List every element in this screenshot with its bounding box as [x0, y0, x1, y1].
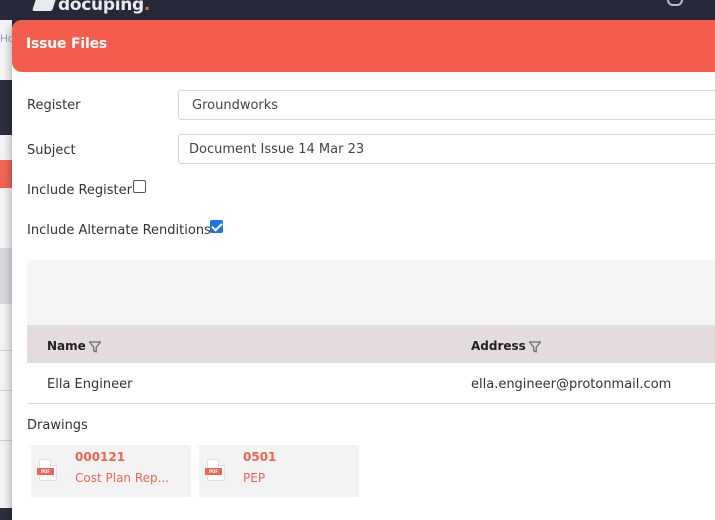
background-panel [0, 80, 12, 135]
column-header-name-label: Name [47, 339, 86, 353]
include-alternate-renditions-checkbox[interactable] [210, 220, 223, 233]
include-register-label: Include Register [27, 183, 132, 198]
drawing-number: 0501 [243, 450, 277, 464]
filter-icon[interactable] [88, 341, 101, 353]
recipient-address: ella.engineer@protonmail.com [471, 377, 672, 392]
drawing-card[interactable]: PDF 000121 Cost Plan Rep... [31, 445, 191, 497]
user-icon[interactable] [667, 0, 683, 6]
column-header-address-label: Address [471, 339, 526, 353]
pdf-badge: PDF [205, 468, 222, 475]
dialog-title: Issue Files [26, 36, 108, 52]
register-value: Groundworks [192, 98, 279, 113]
drawing-title[interactable]: Cost Plan Rep... [75, 471, 181, 485]
app-logo[interactable]: docuping. [32, 0, 151, 15]
column-header-address[interactable]: Address [471, 339, 541, 353]
app-topbar: docuping. [0, 0, 715, 20]
docuping-logo-icon [32, 0, 56, 11]
include-register-checkbox[interactable] [133, 180, 146, 193]
table-row[interactable]: Ella Engineer ella.engineer@protonmail.c… [27, 363, 715, 404]
drawing-title[interactable]: PEP [243, 471, 349, 485]
recipient-name: Ella Engineer [47, 377, 133, 392]
logo-dot: . [143, 0, 151, 15]
background-divider [0, 350, 12, 351]
recipients-grid-toolbar [27, 260, 715, 325]
issue-files-dialog: Issue Files Register Groundworks Subject… [12, 20, 715, 520]
subject-value: Document Issue 14 Mar 23 [189, 142, 365, 157]
subject-label: Subject [27, 143, 76, 158]
drawing-card[interactable]: PDF 0501 PEP [199, 445, 359, 497]
background-divider [0, 390, 12, 391]
drawing-number: 000121 [75, 450, 126, 464]
dialog-header: Issue Files [12, 20, 715, 72]
background-card [0, 248, 12, 304]
drawings-label: Drawings [27, 418, 88, 433]
register-label: Register [27, 98, 81, 113]
pdf-badge: PDF [37, 468, 54, 475]
filter-icon[interactable] [528, 341, 541, 353]
pdf-file-icon: PDF [37, 459, 57, 481]
pdf-file-icon: PDF [205, 459, 225, 481]
background-divider [0, 440, 12, 441]
recipients-grid-header: Name Address [27, 325, 715, 363]
column-header-name[interactable]: Name [47, 339, 101, 353]
subject-input[interactable]: Document Issue 14 Mar 23 [178, 134, 715, 164]
include-alternate-renditions-label: Include Alternate Renditions [27, 223, 211, 238]
register-select[interactable]: Groundworks [178, 90, 715, 120]
logo-word: docuping [58, 0, 144, 15]
background-tab [0, 160, 12, 188]
